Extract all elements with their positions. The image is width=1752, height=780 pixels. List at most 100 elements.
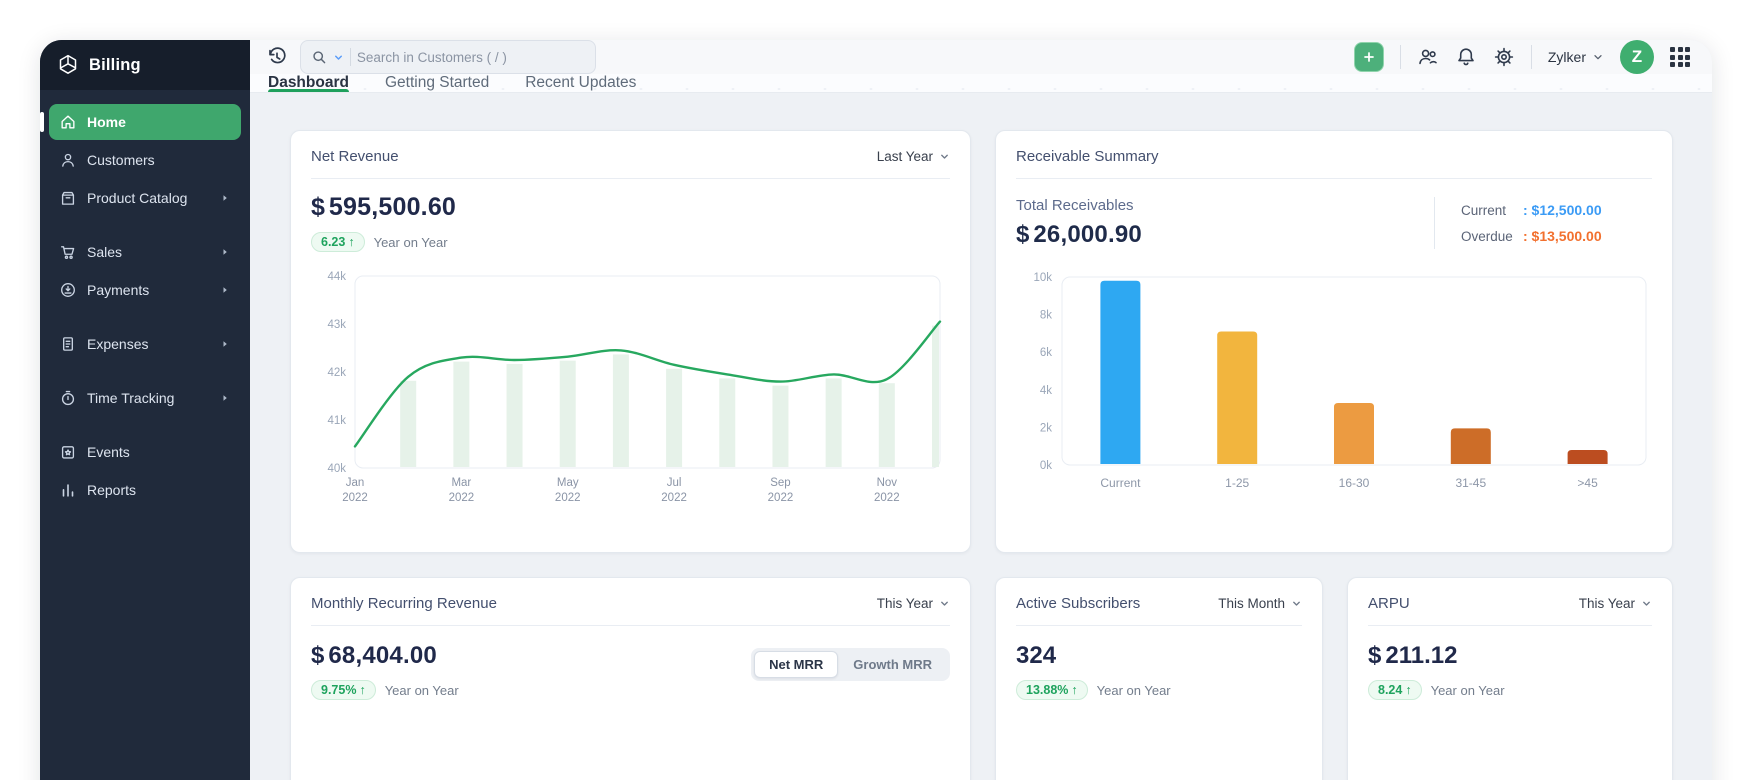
yoy-label: Year on Year xyxy=(374,235,448,250)
sidebar-item-label: Time Tracking xyxy=(87,390,174,406)
recent-history-icon[interactable] xyxy=(266,46,288,68)
org-switcher[interactable]: Zylker xyxy=(1548,49,1604,65)
period-value: This Year xyxy=(1579,596,1635,611)
active-subscribers-title: Active Subscribers xyxy=(1016,595,1140,612)
svg-text:41k: 41k xyxy=(327,415,346,427)
dashboard-content: Net Revenue Last Year $595,500.60 xyxy=(250,93,1712,780)
home-icon xyxy=(59,113,77,131)
sidebar-item-home[interactable]: Home xyxy=(49,104,241,140)
sidebar-item-label: Customers xyxy=(87,152,155,168)
receivables-aging-chart: Current1-2516-3031-45>450k2k4k6k8k10k xyxy=(1016,265,1652,510)
mrr-period-select[interactable]: This Year xyxy=(877,596,950,611)
mrr-toggle-net-mrr[interactable]: Net MRR xyxy=(754,651,838,678)
quick-create-button[interactable] xyxy=(1354,42,1384,72)
svg-text:2022: 2022 xyxy=(449,492,475,504)
sidebar-item-sales[interactable]: Sales xyxy=(49,234,241,270)
period-value: Last Year xyxy=(877,149,933,164)
svg-text:40k: 40k xyxy=(327,463,346,475)
time-tracking-icon xyxy=(59,389,77,407)
search-scope-chevron-icon[interactable] xyxy=(333,52,344,63)
receivables-legend: Current : $12,500.00 Overdue : $13,500.0… xyxy=(1434,197,1652,249)
mrr-toggle-group: Net MRRGrowth MRR xyxy=(751,648,950,681)
sidebar-item-time-tracking[interactable]: Time Tracking xyxy=(49,380,241,416)
sidebar-item-events[interactable]: Events xyxy=(49,434,241,470)
net-revenue-title: Net Revenue xyxy=(311,148,399,165)
chevron-down-icon xyxy=(1641,598,1652,609)
notifications-bell-icon[interactable] xyxy=(1455,46,1477,68)
svg-text:2022: 2022 xyxy=(661,492,687,504)
overdue-receivables-row: Overdue : $13,500.00 xyxy=(1461,228,1652,244)
app-grid-icon[interactable] xyxy=(1670,47,1690,67)
svg-text:Mar: Mar xyxy=(451,477,471,489)
tab-recent-updates[interactable]: Recent Updates xyxy=(525,74,636,92)
overdue-receivables-value: : $13,500.00 xyxy=(1523,228,1602,244)
svg-text:Sep: Sep xyxy=(770,477,790,489)
customers-icon xyxy=(59,151,77,169)
app-logo: Billing xyxy=(40,40,250,90)
yoy-label: Year on Year xyxy=(1431,683,1505,698)
sidebar-item-label: Events xyxy=(87,444,130,460)
arpu-yoy-badge: 8.24↑ xyxy=(1368,680,1422,700)
tab-getting-started[interactable]: Getting Started xyxy=(385,74,489,92)
svg-text:2k: 2k xyxy=(1040,422,1052,434)
svg-text:2022: 2022 xyxy=(874,492,900,504)
svg-text:>45: >45 xyxy=(1577,476,1598,490)
chevron-down-icon xyxy=(939,151,950,162)
active-subscribers-value: 324 xyxy=(1016,642,1302,670)
net-revenue-card: Net Revenue Last Year $595,500.60 xyxy=(290,130,971,553)
arpu-period-select[interactable]: This Year xyxy=(1579,596,1652,611)
arpu-value: $211.12 xyxy=(1368,642,1652,670)
row-bottom: Monthly Recurring Revenue This Year xyxy=(290,577,1673,780)
sidebar-item-label: Reports xyxy=(87,482,136,498)
main-column: Zylker Z Dashboard Getting Started Recent … xyxy=(250,40,1712,780)
chevron-right-icon xyxy=(219,284,231,296)
up-arrow-icon: ↑ xyxy=(348,235,354,249)
product-catalog-icon xyxy=(59,189,77,207)
chevron-right-icon xyxy=(219,392,231,404)
sidebar-item-customers[interactable]: Customers xyxy=(49,142,241,178)
app-name: Billing xyxy=(89,56,141,75)
sidebar-item-label: Payments xyxy=(87,282,149,298)
yoy-label: Year on Year xyxy=(385,683,459,698)
sidebar: Billing Home Customers Product Catalog Sale… xyxy=(40,40,250,780)
tab-dashboard[interactable]: Dashboard xyxy=(268,74,349,92)
global-search[interactable] xyxy=(300,40,596,74)
subscribers-yoy-badge: 13.88%↑ xyxy=(1016,680,1088,700)
users-icon[interactable] xyxy=(1417,46,1439,68)
net-revenue-period-select[interactable]: Last Year xyxy=(877,149,950,164)
svg-text:Jul: Jul xyxy=(667,477,682,489)
up-arrow-icon: ↑ xyxy=(359,683,365,697)
topbar: Zylker Z xyxy=(250,40,1712,74)
sidebar-item-product-catalog[interactable]: Product Catalog xyxy=(49,180,241,216)
svg-text:31-45: 31-45 xyxy=(1455,476,1486,490)
reports-icon xyxy=(59,481,77,499)
svg-text:Current: Current xyxy=(1100,476,1141,490)
mrr-toggle-growth-mrr[interactable]: Growth MRR xyxy=(838,651,947,678)
settings-gear-icon[interactable] xyxy=(1493,46,1515,68)
search-input[interactable] xyxy=(357,50,585,65)
svg-text:Jan: Jan xyxy=(346,477,365,489)
svg-text:Nov: Nov xyxy=(877,477,898,489)
period-value: This Month xyxy=(1218,596,1285,611)
search-icon xyxy=(311,49,327,65)
total-receivables-block: Total Receivables $26,000.90 xyxy=(1016,197,1142,249)
avatar[interactable]: Z xyxy=(1620,40,1654,74)
chevron-down-icon xyxy=(1291,598,1302,609)
current-receivables-row: Current : $12,500.00 xyxy=(1461,202,1652,218)
sidebar-item-reports[interactable]: Reports xyxy=(49,472,241,508)
search-divider xyxy=(350,48,351,66)
svg-text:2022: 2022 xyxy=(555,492,581,504)
sidebar-item-expenses[interactable]: Expenses xyxy=(49,326,241,362)
mrr-kpi-block: $68,404.00 9.75%↑ Year on Year xyxy=(311,642,459,700)
arpu-card: ARPU This Year $211.12 xyxy=(1347,577,1673,780)
mrr-card: Monthly Recurring Revenue This Year xyxy=(290,577,971,780)
arpu-title: ARPU xyxy=(1368,595,1410,612)
chevron-right-icon xyxy=(219,338,231,350)
sidebar-item-payments[interactable]: Payments xyxy=(49,272,241,308)
svg-text:43k: 43k xyxy=(327,319,346,331)
current-receivables-value: : $12,500.00 xyxy=(1523,202,1602,218)
subscribers-period-select[interactable]: This Month xyxy=(1218,596,1302,611)
sidebar-item-label: Product Catalog xyxy=(87,190,187,206)
app-window: Billing Home Customers Product Catalog Sale… xyxy=(40,40,1712,780)
period-value: This Year xyxy=(877,596,933,611)
